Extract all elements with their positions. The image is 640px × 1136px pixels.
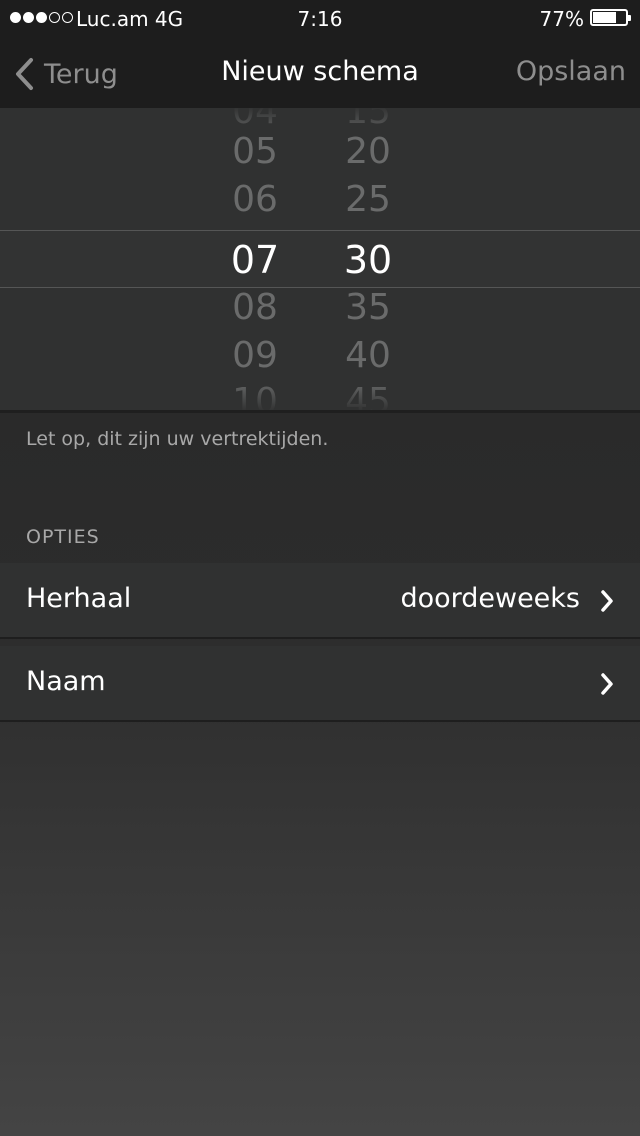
save-button[interactable]: Opslaan — [516, 56, 626, 87]
battery-percentage: 77% — [539, 7, 584, 31]
repeat-value: doordeweeks — [400, 583, 580, 614]
picker-divider — [0, 410, 640, 413]
repeat-row[interactable]: Herhaal doordeweeks — [0, 563, 640, 639]
hour-option-06[interactable]: 06 — [205, 180, 305, 220]
options-section-header: OPTIES — [26, 526, 100, 548]
minute-option-40[interactable]: 40 — [318, 336, 418, 376]
name-label: Naam — [26, 666, 106, 697]
minute-option-45[interactable]: 45 — [318, 382, 418, 411]
status-bar: Luc.am 4G 7:16 77% — [0, 0, 640, 38]
chevron-right-icon — [600, 672, 614, 696]
hour-option-04[interactable]: 04 — [205, 108, 305, 132]
hour-wheel[interactable]: 04 05 06 07 08 09 10 — [205, 108, 305, 410]
hour-option-07[interactable]: 07 — [205, 240, 305, 280]
navigation-header: Luc.am 4G 7:16 77% Terug Nieuw schema Op… — [0, 0, 640, 108]
hour-option-05[interactable]: 05 — [205, 132, 305, 172]
departure-note: Let op, dit zijn uw vertrektijden. — [26, 428, 329, 450]
minute-option-15[interactable]: 15 — [318, 108, 418, 132]
minute-wheel[interactable]: 15 20 25 30 35 40 45 — [318, 108, 418, 410]
minute-option-25[interactable]: 25 — [318, 180, 418, 220]
battery-icon — [590, 9, 631, 26]
time-picker[interactable]: 04 05 06 07 08 09 10 15 20 25 30 35 40 45 — [0, 108, 640, 410]
hour-option-09[interactable]: 09 — [205, 336, 305, 376]
hour-option-10[interactable]: 10 — [205, 382, 305, 411]
minute-option-30[interactable]: 30 — [318, 240, 418, 280]
name-row[interactable]: Naam — [0, 646, 640, 722]
minute-option-20[interactable]: 20 — [318, 132, 418, 172]
hour-option-08[interactable]: 08 — [205, 288, 305, 328]
repeat-label: Herhaal — [26, 583, 132, 614]
minute-option-35[interactable]: 35 — [318, 288, 418, 328]
chevron-right-icon — [600, 589, 614, 613]
